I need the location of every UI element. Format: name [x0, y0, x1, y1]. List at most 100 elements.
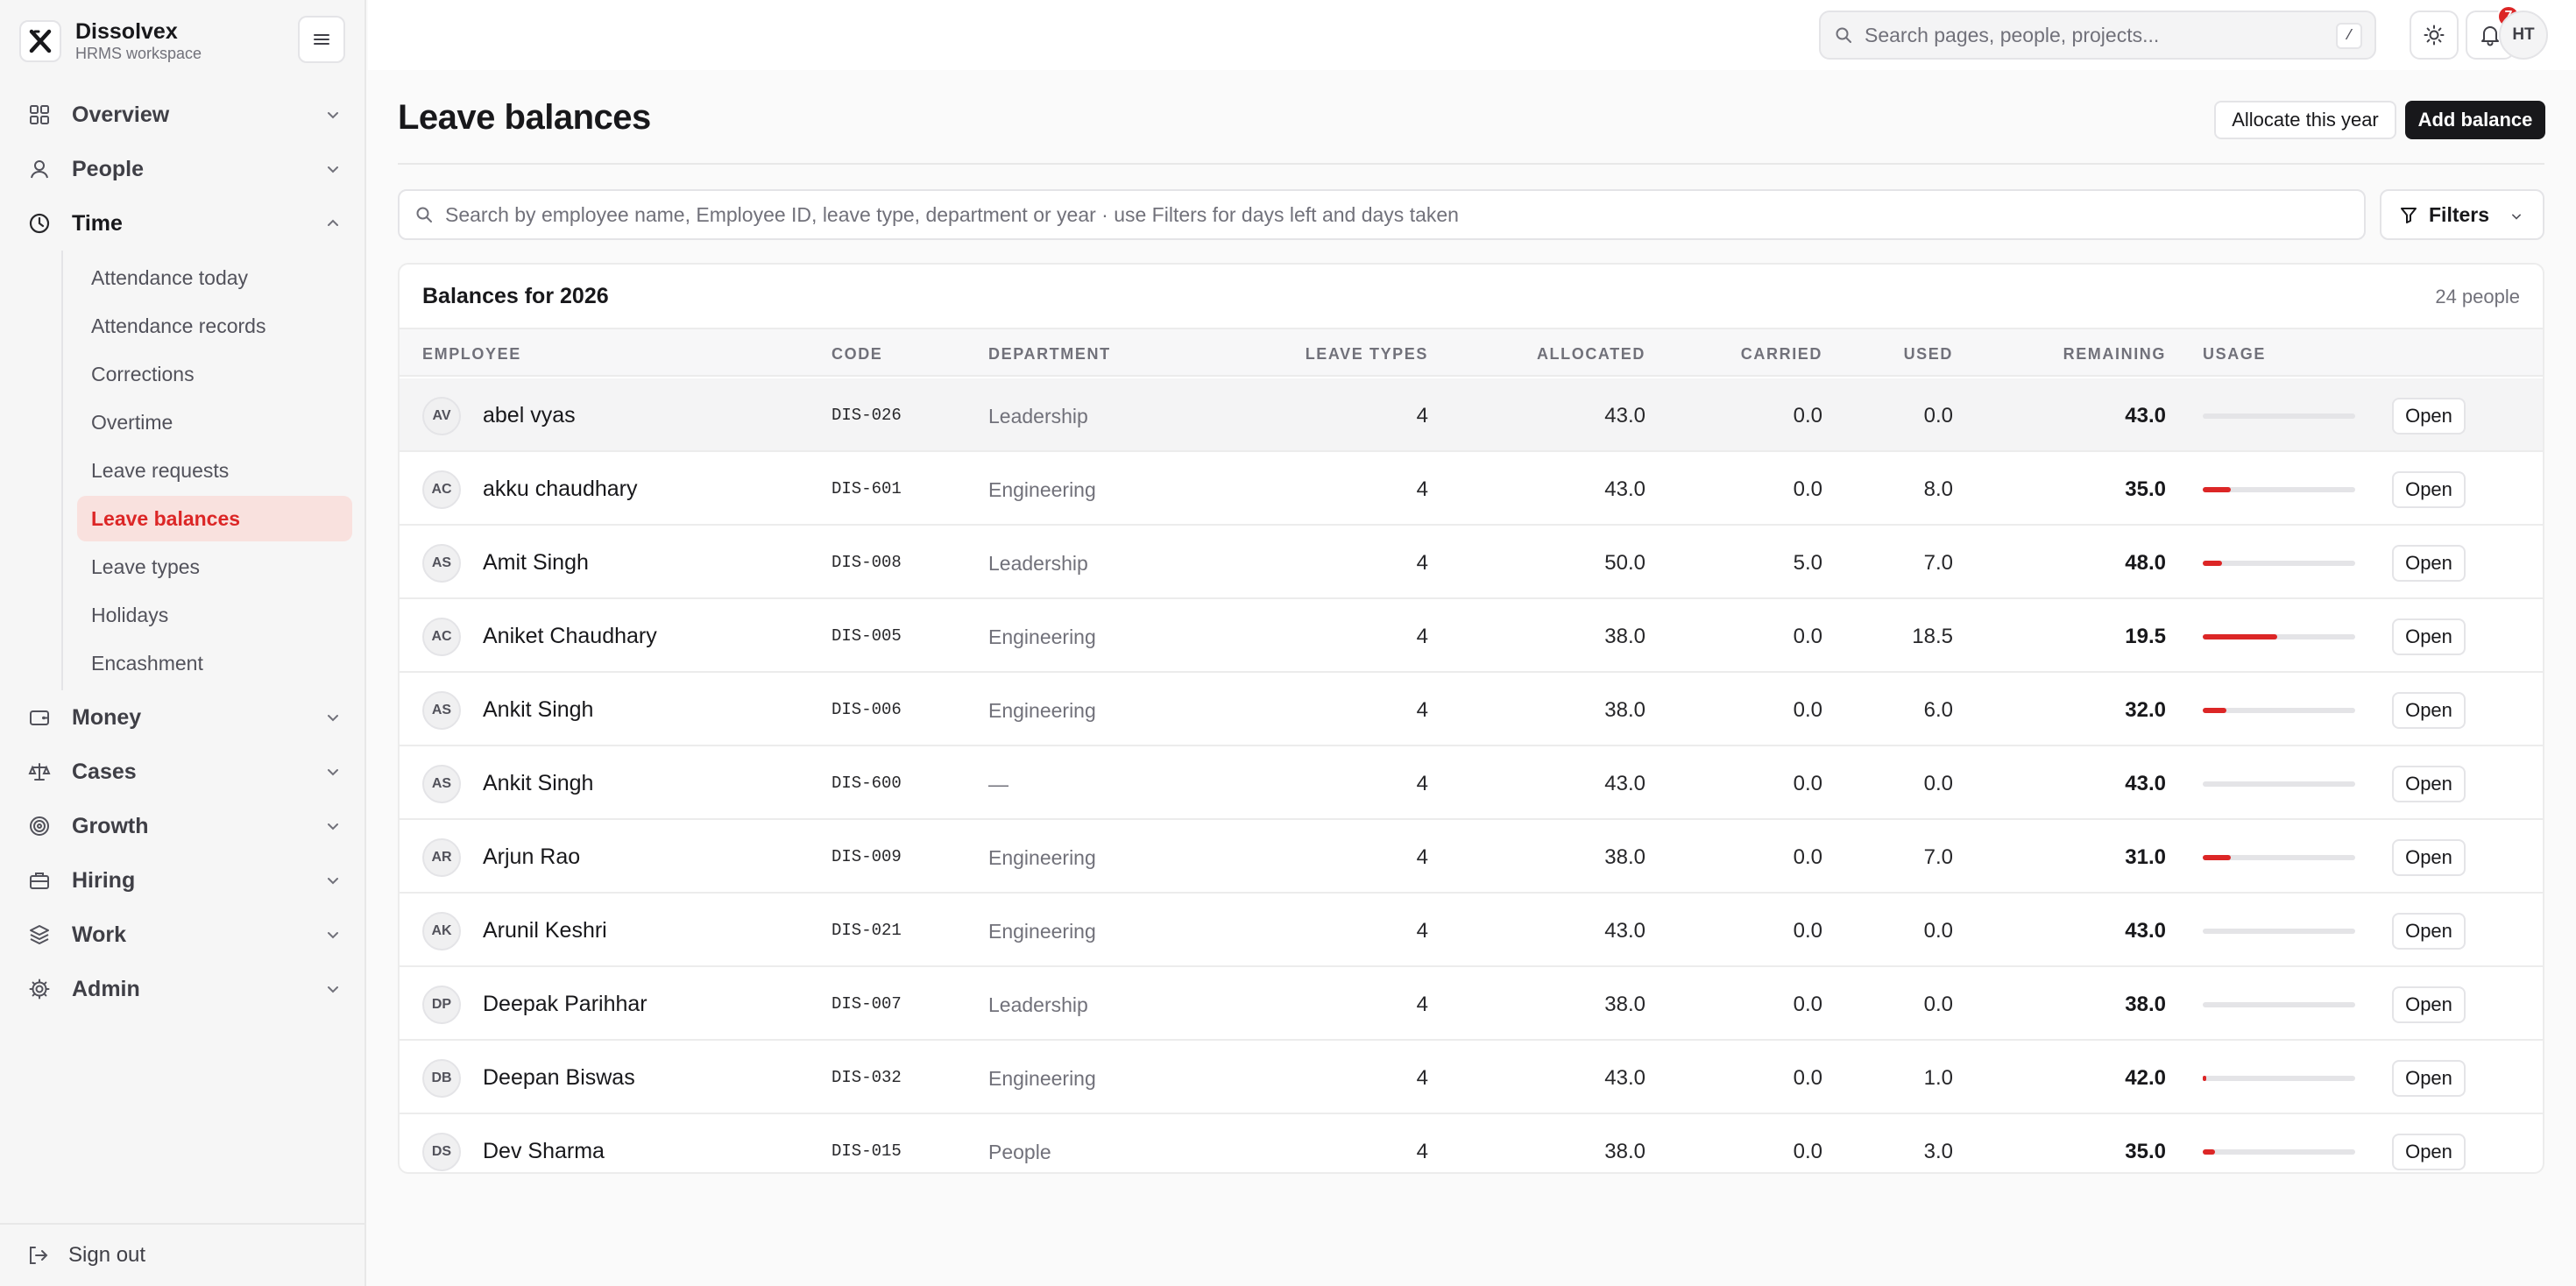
open-button[interactable]: Open	[2392, 766, 2466, 802]
employee-name[interactable]: Amit Singh	[483, 550, 589, 576]
table-row[interactable]: AV abel vyas DIS-026 Leadership 4 43.0 0.0 0.0 4…	[400, 378, 2543, 452]
employee-department: Leadership	[988, 993, 1088, 1016]
table-row[interactable]: AS Ankit Singh DIS-006 Engineering 4 38.0 0.0 6…	[400, 673, 2543, 746]
search-icon	[1836, 27, 1851, 43]
table-row[interactable]: AC akku chaudhary DIS-601 Engineering 4 43.0 0…	[400, 452, 2543, 526]
column-remaining[interactable]: Remaining	[2063, 345, 2166, 364]
table-row[interactable]: AS Amit Singh DIS-008 Leadership 4 50.0 5.0 7.0…	[400, 526, 2543, 599]
sidebar-item-leave-balances[interactable]: Leave balances	[77, 496, 352, 541]
open-button[interactable]: Open	[2392, 618, 2466, 655]
employee-name[interactable]: Arjun Rao	[483, 844, 580, 870]
table-row[interactable]: AC Aniket Chaudhary DIS-005 Engineering 4 38.…	[400, 599, 2543, 673]
employee-name[interactable]: Deepan Biswas	[483, 1065, 635, 1091]
filters-button[interactable]: Filters	[2380, 189, 2544, 240]
column-carried[interactable]: Carried	[1741, 345, 1822, 364]
chevron-down-icon	[328, 769, 338, 776]
clock-icon	[26, 210, 53, 237]
global-search-input[interactable]	[1865, 23, 2320, 47]
open-button[interactable]: Open	[2392, 1134, 2466, 1170]
employee-name[interactable]: akku chaudhary	[483, 477, 638, 502]
chevron-down-icon	[328, 986, 338, 993]
sidebar-group-hiring[interactable]: Hiring	[19, 853, 354, 908]
column-code[interactable]: Code	[832, 345, 882, 364]
employee-name[interactable]: Aniket Chaudhary	[483, 624, 657, 649]
user-icon	[26, 156, 53, 182]
carried-days: 0.0	[1793, 845, 1822, 869]
sidebar-group-admin[interactable]: Admin	[19, 962, 354, 1016]
sidebar-item-leave-types[interactable]: Leave types	[77, 544, 352, 590]
table-search[interactable]	[398, 189, 2366, 240]
table-row[interactable]: AK Arunil Keshri DIS-021 Engineering 4 43.0 0.…	[400, 894, 2543, 967]
add-balance-button[interactable]: Add balance	[2405, 101, 2545, 139]
carried-days: 0.0	[1793, 698, 1822, 722]
theme-toggle-button[interactable]	[2410, 11, 2459, 60]
sidebar-item-holidays[interactable]: Holidays	[77, 592, 352, 638]
sidebar-item-leave-requests[interactable]: Leave requests	[77, 448, 352, 493]
employee-name[interactable]: Deepak Parihhar	[483, 992, 648, 1017]
table-row[interactable]: DP Deepak Parihhar DIS-007 Leadership 4 38.0 0…	[400, 967, 2543, 1041]
column-used[interactable]: Used	[1904, 345, 1953, 364]
logout-icon	[30, 1247, 48, 1264]
open-button[interactable]: Open	[2392, 545, 2466, 582]
employee-name[interactable]: Ankit Singh	[483, 771, 593, 796]
sidebar-group-work[interactable]: Work	[19, 908, 354, 962]
table-row[interactable]: DS Dev Sharma DIS-015 People 4 38.0 0.0 3.0 35.0…	[400, 1114, 2543, 1172]
open-button[interactable]: Open	[2392, 471, 2466, 508]
allocated-days: 43.0	[1604, 477, 1645, 501]
sidebar-group-overview[interactable]: Overview	[19, 88, 354, 142]
employee-avatar: AS	[422, 691, 461, 730]
open-button[interactable]: Open	[2392, 913, 2466, 950]
sidebar-item-attendance-records[interactable]: Attendance records	[77, 303, 352, 349]
employee-avatar: AC	[422, 618, 461, 656]
sidebar-group-money[interactable]: Money	[19, 690, 354, 745]
open-button[interactable]: Open	[2392, 692, 2466, 729]
sidebar-item-overtime[interactable]: Overtime	[77, 399, 352, 445]
used-days: 0.0	[1923, 919, 1953, 943]
employee-avatar: AS	[422, 765, 461, 803]
employee-name[interactable]: Arunil Keshri	[483, 918, 607, 943]
sidebar-group-time[interactable]: Time	[19, 196, 354, 251]
table-row[interactable]: AS Ankit Singh DIS-600 — 4 43.0 0.0 0.0 43.0 Open	[400, 746, 2543, 820]
sidebar-item-encashment[interactable]: Encashment	[77, 640, 352, 686]
open-button[interactable]: Open	[2392, 1060, 2466, 1097]
sidebar-group-growth[interactable]: Growth	[19, 799, 354, 853]
user-avatar[interactable]: HT	[2499, 11, 2548, 60]
leave-types-count: 4	[1416, 625, 1428, 648]
usage-bar	[2203, 1076, 2355, 1081]
column-employee[interactable]: Employee	[422, 345, 521, 364]
sidebar-item-attendance-today[interactable]: Attendance today	[77, 255, 352, 300]
global-search[interactable]: /	[1819, 11, 2376, 60]
employee-code: DIS-006	[832, 700, 902, 719]
usage-bar-fill	[2203, 1149, 2215, 1155]
usage-bar	[2203, 855, 2355, 860]
allocate-this-year-button[interactable]: Allocate this year	[2214, 101, 2396, 139]
layers-icon	[26, 922, 53, 948]
sidebar-group-cases[interactable]: Cases	[19, 745, 354, 799]
sidebar-item-corrections[interactable]: Corrections	[77, 351, 352, 397]
column-department[interactable]: Department	[988, 345, 1111, 364]
used-days: 7.0	[1923, 551, 1953, 575]
sign-out-button[interactable]: Sign out	[0, 1223, 366, 1286]
employee-department: Engineering	[988, 920, 1096, 943]
column-leave-types[interactable]: Leave types	[1306, 345, 1428, 364]
brand[interactable]: Dissolvex HRMS workspace	[19, 19, 202, 63]
column-allocated[interactable]: Allocated	[1537, 345, 1645, 364]
sidebar-group-people[interactable]: People	[19, 142, 354, 196]
carried-days: 0.0	[1793, 1066, 1822, 1090]
sidebar-group-label: Work	[72, 922, 127, 947]
allocated-days: 38.0	[1604, 698, 1645, 722]
usage-bar	[2203, 413, 2355, 419]
table-search-input[interactable]	[445, 202, 2338, 227]
open-button[interactable]: Open	[2392, 398, 2466, 435]
allocated-days: 38.0	[1604, 1140, 1645, 1163]
sidebar-toggle-button[interactable]	[298, 16, 345, 63]
employee-name[interactable]: Ankit Singh	[483, 697, 593, 723]
page-title: Leave balances	[398, 98, 651, 137]
employee-name[interactable]: Dev Sharma	[483, 1139, 605, 1164]
open-button[interactable]: Open	[2392, 839, 2466, 876]
table-row[interactable]: DB Deepan Biswas DIS-032 Engineering 4 43.0 0.…	[400, 1041, 2543, 1114]
table-row[interactable]: AR Arjun Rao DIS-009 Engineering 4 38.0 0.0 7.0…	[400, 820, 2543, 894]
open-button[interactable]: Open	[2392, 986, 2466, 1023]
column-usage[interactable]: Usage	[2203, 345, 2266, 364]
employee-name[interactable]: abel vyas	[483, 403, 576, 428]
